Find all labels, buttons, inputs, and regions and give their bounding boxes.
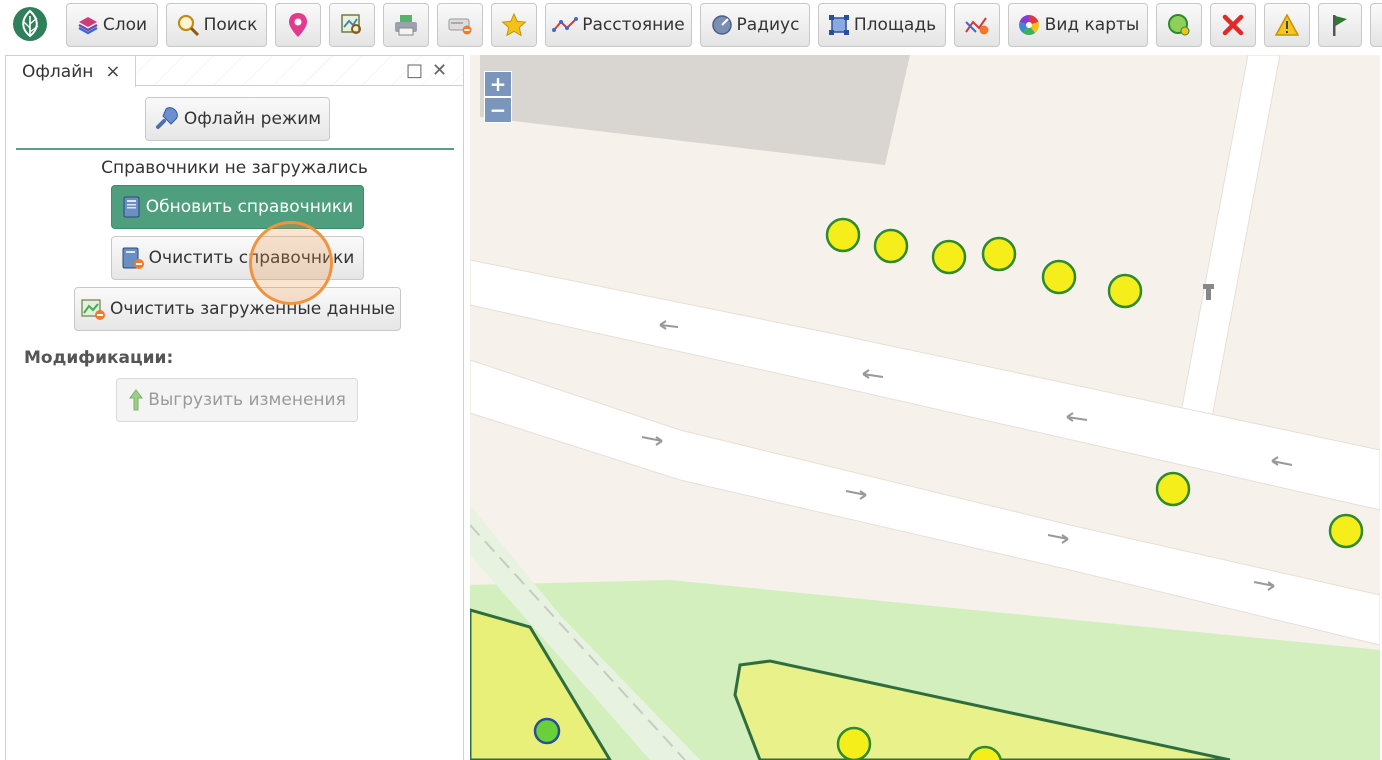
building-shape bbox=[480, 55, 910, 165]
panel-header: Офлайн × □ ✕ bbox=[6, 56, 463, 87]
zoom-in-button[interactable]: + bbox=[484, 71, 512, 97]
layers-icon bbox=[77, 14, 99, 36]
map-canvas[interactable] bbox=[470, 55, 1380, 760]
update-references-label: Обновить справочники bbox=[145, 197, 354, 217]
palette-icon bbox=[1017, 13, 1041, 37]
distance-label: Расстояние bbox=[582, 15, 685, 35]
map-point-selected bbox=[533, 717, 561, 745]
route-button[interactable] bbox=[954, 3, 1000, 47]
clear-loaded-data-label: Очистить загруженные данные bbox=[110, 299, 395, 319]
road-vertical bbox=[1172, 55, 1281, 456]
clear-loaded-data-button[interactable]: Очистить загруженные данные bbox=[74, 287, 401, 331]
green-circle-icon bbox=[1167, 13, 1191, 37]
map-point bbox=[981, 236, 1017, 272]
radius-label: Радиус bbox=[736, 15, 800, 35]
map-view-button[interactable]: Вид карты bbox=[1008, 3, 1148, 47]
map-point bbox=[873, 228, 909, 264]
eraser-icon bbox=[447, 14, 473, 36]
flag-button[interactable] bbox=[1318, 3, 1362, 47]
map-pin-icon bbox=[287, 12, 309, 38]
map-search-icon bbox=[340, 13, 364, 37]
layers-label: Слои bbox=[102, 15, 148, 35]
book-icon bbox=[122, 195, 142, 219]
references-status-text: Справочники не загружались bbox=[101, 158, 368, 178]
map-view[interactable]: + − bbox=[470, 55, 1380, 760]
tab-close-icon[interactable]: × bbox=[105, 61, 120, 82]
radius-button[interactable]: Радиус bbox=[700, 3, 810, 47]
divider bbox=[16, 148, 454, 150]
upload-changes-button[interactable]: Выгрузить изменения bbox=[116, 378, 358, 422]
place-marker-button[interactable] bbox=[275, 3, 321, 47]
printer-icon bbox=[393, 13, 419, 37]
route-icon bbox=[964, 14, 990, 36]
radius-icon bbox=[711, 14, 733, 36]
map-point bbox=[1041, 259, 1077, 295]
green-circle-button[interactable] bbox=[1156, 3, 1202, 47]
area-icon bbox=[828, 14, 850, 36]
plug-icon bbox=[154, 107, 180, 131]
map-point bbox=[836, 726, 872, 760]
tab-offline[interactable]: Офлайн × bbox=[6, 56, 136, 87]
search-icon bbox=[176, 13, 200, 37]
zoom-control: + − bbox=[484, 71, 512, 123]
area-label: Площадь bbox=[853, 15, 937, 35]
eraser-button[interactable] bbox=[437, 3, 483, 47]
clear-references-label: Очистить справочники bbox=[148, 248, 355, 268]
layers-button[interactable]: Слои bbox=[66, 3, 158, 47]
clear-references-button[interactable]: Очистить справочники bbox=[111, 236, 364, 280]
book-clear-icon bbox=[121, 246, 145, 270]
zoom-out-button[interactable]: − bbox=[484, 97, 512, 123]
toolbar-overflow-button[interactable] bbox=[1370, 3, 1382, 47]
area-button[interactable]: Площадь bbox=[818, 3, 946, 47]
distance-icon bbox=[552, 15, 579, 35]
flag-icon bbox=[1329, 13, 1351, 37]
tab-offline-label: Офлайн bbox=[22, 61, 94, 82]
upload-arrow-icon bbox=[128, 388, 144, 412]
offline-mode-button[interactable]: Офлайн режим bbox=[145, 97, 330, 141]
offline-panel: Офлайн × □ ✕ Офлайн режим Справочники не… bbox=[5, 55, 464, 760]
search-label: Поиск bbox=[203, 15, 258, 35]
image-clear-icon bbox=[80, 297, 106, 321]
maximize-icon[interactable]: □ bbox=[406, 60, 423, 81]
map-point bbox=[1328, 513, 1364, 549]
modifications-heading: Модификации: bbox=[24, 348, 174, 368]
map-point bbox=[1155, 471, 1191, 507]
delete-button[interactable] bbox=[1210, 3, 1256, 47]
map-search-button[interactable] bbox=[329, 3, 375, 47]
print-button[interactable] bbox=[383, 3, 429, 47]
map-point bbox=[1107, 273, 1143, 309]
warning-icon bbox=[1275, 14, 1299, 36]
favorites-button[interactable] bbox=[491, 3, 537, 47]
logo-leaf-icon bbox=[13, 7, 47, 41]
offline-mode-label: Офлайн режим bbox=[183, 109, 322, 129]
close-icon[interactable]: ✕ bbox=[432, 60, 447, 81]
road-upper bbox=[470, 259, 1380, 511]
update-references-button[interactable]: Обновить справочники bbox=[111, 185, 364, 229]
upload-changes-label: Выгрузить изменения bbox=[148, 390, 346, 410]
search-button[interactable]: Поиск bbox=[166, 3, 267, 47]
map-view-label: Вид карты bbox=[1044, 15, 1140, 35]
main-toolbar: Слои Поиск Расстояние Радиус Площадь Вид… bbox=[0, 0, 1382, 50]
map-point bbox=[825, 217, 861, 253]
map-point bbox=[931, 239, 967, 275]
red-x-icon bbox=[1222, 14, 1244, 36]
warning-button[interactable] bbox=[1264, 3, 1310, 47]
distance-button[interactable]: Расстояние bbox=[545, 3, 692, 47]
star-icon bbox=[501, 12, 527, 38]
